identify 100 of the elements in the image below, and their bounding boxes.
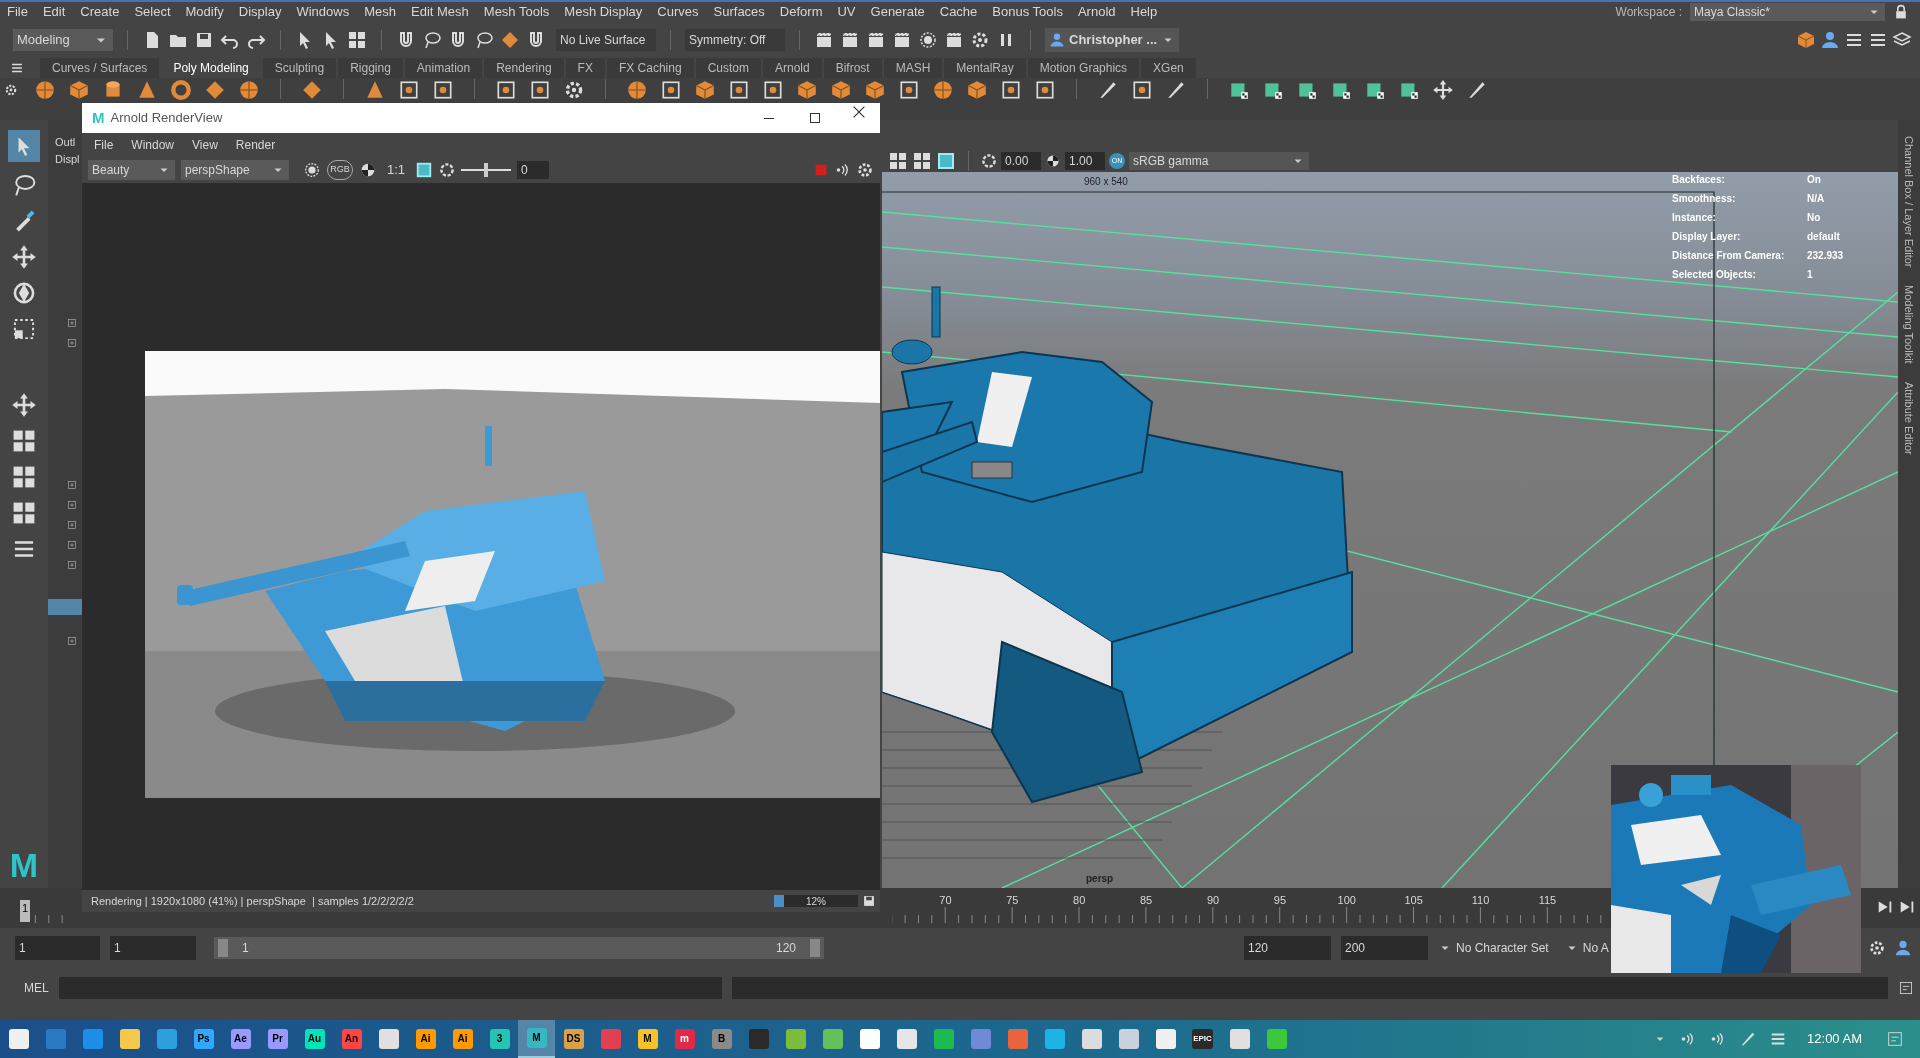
side-tab[interactable]: Attribute Editor: [1900, 382, 1918, 455]
rotate-icon[interactable]: [11, 280, 37, 306]
user-dropdown[interactable]: Christopher ...: [1045, 28, 1180, 52]
menu-item[interactable]: Mesh Display: [564, 2, 643, 22]
expand-icon[interactable]: [66, 337, 78, 349]
settings-icon[interactable]: [563, 79, 585, 101]
square-tool-icon[interactable]: [660, 79, 682, 101]
circle-icon[interactable]: [918, 30, 938, 50]
move-icon[interactable]: [1432, 79, 1454, 101]
shelf-tab[interactable]: FX Caching: [606, 58, 694, 78]
side-tab[interactable]: Modeling Toolkit: [1900, 285, 1918, 365]
lasso-icon[interactable]: [474, 30, 494, 50]
end-frame-field[interactable]: 200: [1341, 936, 1428, 960]
torus-icon[interactable]: [170, 79, 192, 101]
square-tool-icon[interactable]: [529, 79, 551, 101]
character-set-dropdown[interactable]: No Character Set: [1438, 939, 1549, 957]
menu-item[interactable]: Render: [235, 135, 276, 154]
expand-icon[interactable]: [66, 539, 78, 551]
menu-item[interactable]: View: [192, 135, 218, 154]
layout-icon[interactable]: [11, 464, 37, 490]
menu-item[interactable]: Display: [238, 2, 282, 22]
taskbar-app[interactable]: Ai: [444, 1020, 481, 1058]
layout-icon[interactable]: [912, 151, 932, 171]
cube-icon[interactable]: [966, 79, 988, 101]
clapper-icon[interactable]: [892, 30, 912, 50]
cube-icon[interactable]: [864, 79, 886, 101]
layout-icon[interactable]: [11, 500, 37, 526]
settings-icon[interactable]: [856, 160, 874, 179]
shelf-tab[interactable]: Bifrost: [823, 58, 882, 78]
aperture-icon[interactable]: [981, 153, 997, 169]
mode-dropdown[interactable]: Modeling: [13, 29, 113, 51]
menu-item[interactable]: Create: [80, 2, 120, 22]
taskbar-app[interactable]: M: [629, 1020, 666, 1058]
live-surface-field[interactable]: No Live Surface: [556, 29, 656, 51]
menu-item[interactable]: Deform: [779, 2, 823, 22]
taskbar-app[interactable]: M: [518, 1020, 555, 1058]
gamma-field[interactable]: 1.00: [1065, 152, 1105, 170]
square-tool-icon[interactable]: [898, 79, 920, 101]
menu-item[interactable]: Help: [1130, 2, 1158, 22]
camera-dropdown[interactable]: perspShape: [181, 159, 289, 180]
square-tool-icon[interactable]: [728, 79, 750, 101]
symmetry-field[interactable]: Symmetry: Off: [685, 29, 785, 51]
menu-item[interactable]: Select: [134, 2, 171, 22]
playback-end-field[interactable]: 120: [1244, 936, 1331, 960]
settings-icon[interactable]: [970, 30, 990, 50]
menu-item[interactable]: Surfaces: [713, 2, 765, 22]
shelf-tab[interactable]: Custom: [695, 58, 761, 78]
taskbar-app[interactable]: DS: [555, 1020, 592, 1058]
sphere-icon[interactable]: [238, 79, 260, 101]
expand-icon[interactable]: [66, 635, 78, 647]
shelf-tab[interactable]: Curves / Surfaces: [40, 58, 160, 78]
sphere-icon[interactable]: [932, 79, 954, 101]
menu-item[interactable]: File: [94, 135, 114, 154]
menu-item[interactable]: Window: [131, 135, 175, 154]
expand-icon[interactable]: [66, 519, 78, 531]
taskbar-app[interactable]: Au: [296, 1020, 333, 1058]
shelf-tab[interactable]: Rigging: [338, 58, 403, 78]
user-icon[interactable]: [1894, 939, 1912, 957]
menu-item[interactable]: Windows: [296, 2, 350, 22]
exposure-field[interactable]: 0.00: [1001, 152, 1041, 170]
shelf-tab[interactable]: Sculpting: [262, 58, 337, 78]
square-tool-icon[interactable]: [762, 79, 784, 101]
knife-icon[interactable]: [1466, 79, 1488, 101]
playback-start-field[interactable]: 1: [110, 936, 196, 960]
zoom-ratio-button[interactable]: 1:1: [383, 159, 410, 180]
frame-icon[interactable]: [415, 160, 434, 179]
sphere-icon[interactable]: [626, 79, 648, 101]
shelf-tab[interactable]: Rendering: [484, 58, 564, 78]
lasso-icon[interactable]: [422, 30, 442, 50]
taskbar-app[interactable]: B: [703, 1020, 740, 1058]
save-icon[interactable]: [862, 894, 876, 908]
script-icon[interactable]: [1898, 980, 1914, 996]
square-tool-icon[interactable]: [1000, 79, 1022, 101]
square-tool-icon[interactable]: [1034, 79, 1056, 101]
command-input[interactable]: [58, 977, 722, 999]
cube-icon[interactable]: [694, 79, 716, 101]
layout-icon[interactable]: [347, 30, 367, 50]
taskbar-app[interactable]: EPIC: [1184, 1020, 1221, 1058]
menu-item[interactable]: Edit: [42, 2, 66, 22]
expand-icon[interactable]: [66, 499, 78, 511]
square-tool-icon[interactable]: [1131, 79, 1153, 101]
outliner-menu[interactable]: Displ: [48, 150, 82, 167]
menu-item[interactable]: Bonus Tools: [992, 2, 1063, 22]
side-tab[interactable]: Channel Box / Layer Editor: [1900, 136, 1918, 268]
taskbar-app[interactable]: 3: [481, 1020, 518, 1058]
expand-icon[interactable]: [66, 559, 78, 571]
exposure-value-field[interactable]: 0: [517, 160, 550, 179]
circle-icon[interactable]: [303, 160, 321, 179]
shelf-tab[interactable]: Animation: [404, 58, 483, 78]
taskbar-app[interactable]: An: [333, 1020, 370, 1058]
taskbar-app[interactable]: Pr: [259, 1020, 296, 1058]
menu-item[interactable]: Generate: [870, 2, 925, 22]
shelf-tab[interactable]: MASH: [883, 58, 943, 78]
shelf-tab[interactable]: Arnold: [762, 58, 822, 78]
square-tool-icon[interactable]: [432, 79, 454, 101]
anim-layer-dropdown[interactable]: No A: [1564, 939, 1609, 957]
taskbar-app[interactable]: Ai: [407, 1020, 444, 1058]
expand-icon[interactable]: [66, 317, 78, 329]
select-tool-button[interactable]: [8, 130, 40, 162]
exposure-slider[interactable]: [461, 162, 512, 177]
